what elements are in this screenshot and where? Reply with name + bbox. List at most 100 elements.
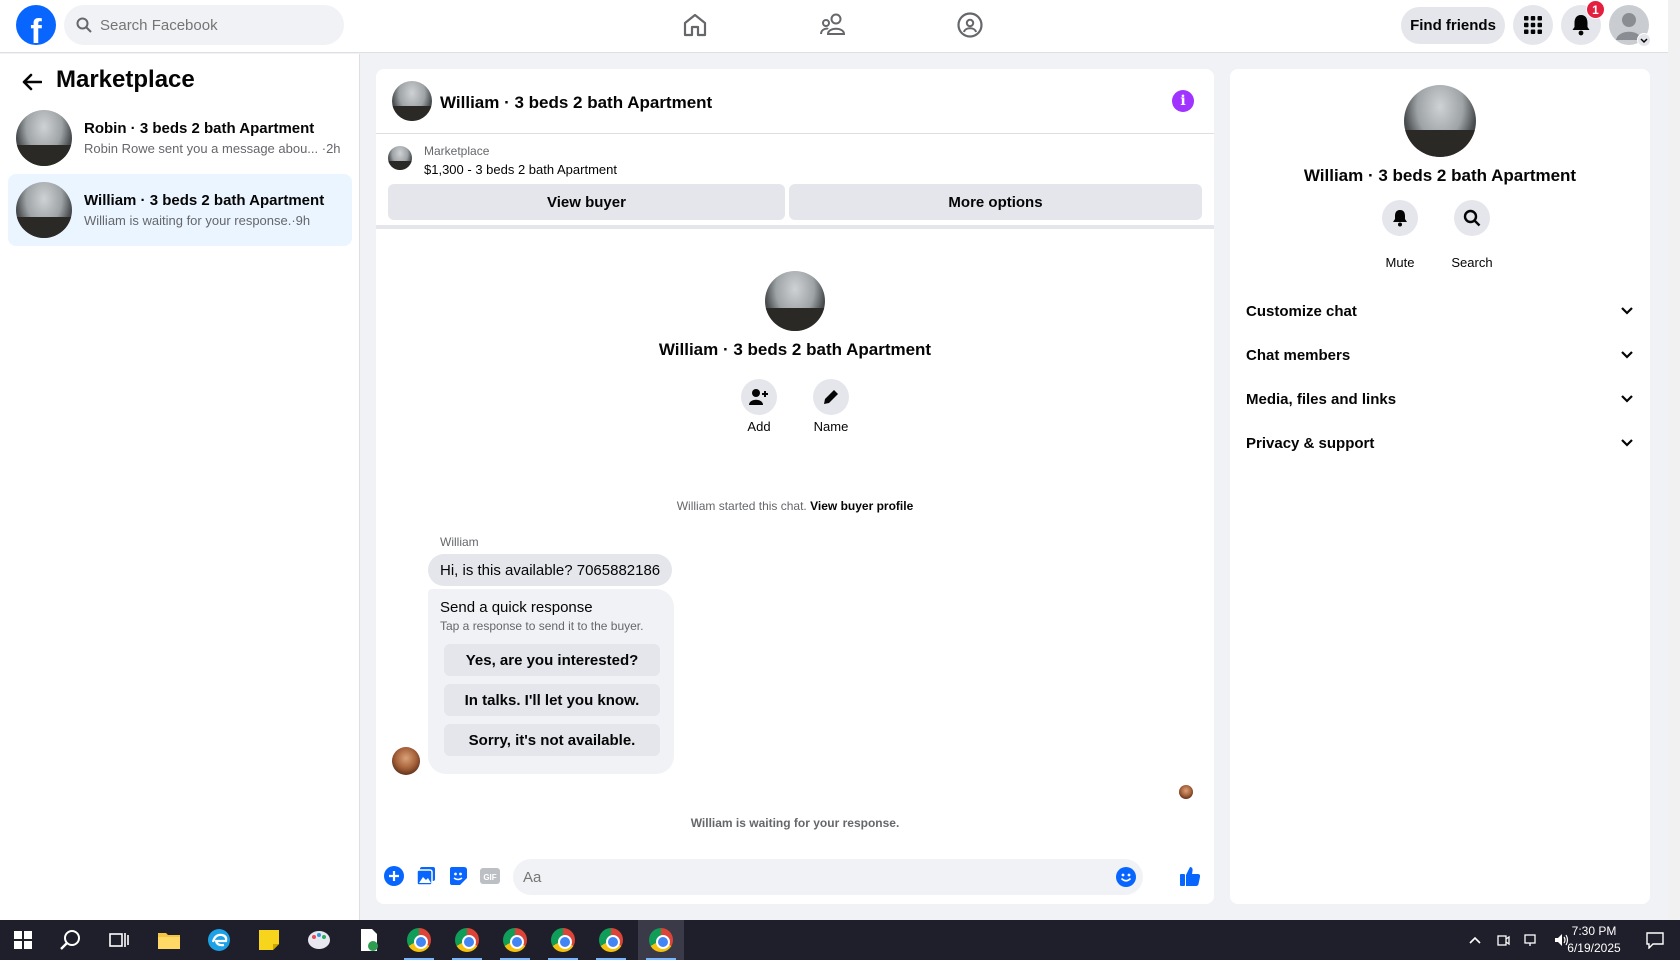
chrome-window-icon[interactable] bbox=[638, 920, 684, 960]
details-name: William · 3 beds 2 bath Apartment bbox=[1303, 166, 1577, 185]
groups-nav-icon[interactable] bbox=[950, 8, 990, 42]
section-label: Privacy & support bbox=[1246, 434, 1375, 452]
conversation-title: Robin · 3 beds 2 bath Apartment bbox=[84, 120, 315, 137]
taskbar-search-icon[interactable] bbox=[48, 920, 94, 960]
search-input[interactable] bbox=[100, 16, 320, 34]
paint-app-icon[interactable] bbox=[296, 920, 342, 960]
search-bar[interactable] bbox=[64, 5, 344, 45]
waiting-notice: William is waiting for your response. bbox=[690, 816, 900, 830]
view-buyer-profile-link[interactable]: View buyer profile bbox=[810, 499, 913, 513]
sidebar-title: Marketplace bbox=[56, 66, 195, 93]
chat-header-avatar[interactable] bbox=[392, 81, 432, 121]
sticky-notes-icon[interactable] bbox=[246, 920, 292, 960]
add-person-icon[interactable] bbox=[741, 379, 777, 415]
chrome-window-icon[interactable] bbox=[492, 920, 538, 960]
chevron-down-icon bbox=[1621, 307, 1633, 315]
gif-icon[interactable]: GIF bbox=[478, 864, 502, 888]
top-navigation-bar: f Find friends 1 bbox=[0, 0, 1668, 53]
windows-start-icon[interactable] bbox=[0, 920, 46, 960]
find-friends-button[interactable]: Find friends bbox=[1401, 7, 1505, 44]
quick-response-title: Send a quick response bbox=[440, 599, 593, 616]
sender-avatar[interactable] bbox=[392, 747, 420, 775]
edge-browser-icon[interactable] bbox=[196, 920, 242, 960]
edit-pencil-icon[interactable] bbox=[813, 379, 849, 415]
file-explorer-icon[interactable] bbox=[146, 920, 192, 960]
info-icon[interactable]: i bbox=[1172, 90, 1194, 112]
chevron-down-icon bbox=[1621, 395, 1633, 403]
listing-thumbnail bbox=[16, 110, 72, 166]
windows-taskbar: 7:30 PM 6/19/2025 bbox=[0, 920, 1680, 960]
task-view-icon[interactable] bbox=[96, 920, 142, 960]
chat-started-notice: William started this chat. View buyer pr… bbox=[376, 499, 1214, 513]
view-buyer-button[interactable]: View buyer bbox=[388, 184, 785, 220]
chat-started-text: William started this chat. bbox=[676, 499, 807, 513]
chat-details-panel: William · 3 beds 2 bath Apartment Mute S… bbox=[1230, 69, 1650, 904]
home-nav-icon[interactable] bbox=[675, 8, 715, 42]
document-app-icon[interactable] bbox=[346, 920, 392, 960]
chrome-window-icon[interactable] bbox=[396, 920, 442, 960]
conversation-item-robin[interactable]: Robin · 3 beds 2 bath Apartment Robin Ro… bbox=[8, 102, 352, 174]
plus-circle-icon[interactable] bbox=[382, 864, 406, 888]
name-label: Name bbox=[813, 419, 849, 434]
notification-center-icon[interactable] bbox=[1632, 920, 1678, 960]
listing-label: Marketplace bbox=[424, 144, 490, 158]
sticker-icon[interactable] bbox=[446, 864, 470, 888]
quick-response-card: Send a quick response Tap a response to … bbox=[428, 589, 674, 774]
message-input[interactable] bbox=[523, 868, 1083, 886]
details-avatar[interactable] bbox=[1404, 85, 1476, 157]
listing-thumbnail[interactable] bbox=[388, 146, 412, 170]
chevron-down-icon bbox=[1621, 439, 1633, 447]
meet-now-icon[interactable] bbox=[1496, 933, 1510, 947]
svg-text:GIF: GIF bbox=[483, 873, 496, 882]
privacy-support-section[interactable]: Privacy & support bbox=[1246, 425, 1634, 461]
conversation-item-william[interactable]: William · 3 beds 2 bath Apartment Willia… bbox=[8, 174, 352, 246]
system-clock[interactable]: 7:30 PM 6/19/2025 bbox=[1556, 923, 1632, 957]
network-icon[interactable] bbox=[1524, 933, 1540, 947]
quick-response-option[interactable]: Sorry, it's not available. bbox=[444, 724, 660, 756]
chat-header: William · 3 beds 2 bath Apartment i bbox=[376, 69, 1214, 134]
chrome-window-icon[interactable] bbox=[540, 920, 586, 960]
message-bubble[interactable]: Hi, is this available? 7065882186 bbox=[428, 554, 673, 586]
customize-chat-section[interactable]: Customize chat bbox=[1246, 293, 1634, 329]
marketplace-inbox-sidebar: Marketplace Robin · 3 beds 2 bath Apartm… bbox=[0, 54, 360, 920]
conversation-title: William · 3 beds 2 bath Apartment bbox=[84, 192, 325, 209]
chat-members-section[interactable]: Chat members bbox=[1246, 337, 1634, 373]
menu-grid-icon[interactable] bbox=[1513, 5, 1553, 45]
quick-response-option[interactable]: In talks. I'll let you know. bbox=[444, 684, 660, 716]
quick-response-option[interactable]: Yes, are you interested? bbox=[444, 644, 660, 676]
message-composer: GIF bbox=[376, 851, 1214, 901]
chevron-up-icon[interactable] bbox=[1468, 935, 1482, 945]
search-icon[interactable] bbox=[1454, 200, 1490, 236]
mute-label: Mute bbox=[1385, 255, 1415, 270]
media-files-links-section[interactable]: Media, files and links bbox=[1246, 381, 1634, 417]
section-label: Media, files and links bbox=[1246, 390, 1397, 408]
more-options-button[interactable]: More options bbox=[789, 184, 1202, 220]
chat-header-title[interactable]: William · 3 beds 2 bath Apartment bbox=[440, 93, 712, 113]
account-chevron-down-icon[interactable] bbox=[1637, 33, 1651, 47]
photo-gallery-icon[interactable] bbox=[414, 864, 438, 888]
emoji-icon[interactable] bbox=[1116, 867, 1136, 887]
section-label: Chat members bbox=[1246, 346, 1351, 364]
profile-name: William · 3 beds 2 bath Apartment bbox=[658, 340, 932, 359]
message-input-wrapper[interactable] bbox=[513, 859, 1143, 895]
listing-price-title[interactable]: $1,300 - 3 beds 2 bath Apartment bbox=[424, 162, 617, 177]
seen-receipt-avatar bbox=[1179, 785, 1193, 799]
facebook-logo-icon[interactable]: f bbox=[16, 5, 56, 45]
notification-badge: 1 bbox=[1586, 0, 1605, 19]
chrome-window-icon[interactable] bbox=[444, 920, 490, 960]
quick-response-subtitle: Tap a response to send it to the buyer. bbox=[440, 619, 644, 633]
thumbs-up-icon[interactable] bbox=[1178, 864, 1202, 888]
add-label: Add bbox=[747, 419, 771, 434]
chrome-window-icon[interactable] bbox=[588, 920, 634, 960]
search-label: Search bbox=[1451, 255, 1493, 270]
page-scrollbar[interactable] bbox=[1668, 0, 1680, 920]
clock-date: 6/19/2025 bbox=[1567, 941, 1621, 955]
chat-window: William · 3 beds 2 bath Apartment i Mark… bbox=[376, 69, 1214, 904]
back-arrow-icon[interactable] bbox=[18, 68, 46, 96]
friends-nav-icon[interactable] bbox=[813, 8, 853, 42]
search-icon bbox=[76, 17, 92, 33]
clock-time: 7:30 PM bbox=[1571, 924, 1617, 938]
conversation-preview: Robin Rowe sent you a message abou... ·2… bbox=[84, 141, 341, 156]
mute-bell-icon[interactable] bbox=[1382, 200, 1418, 236]
chevron-down-icon bbox=[1621, 351, 1633, 359]
